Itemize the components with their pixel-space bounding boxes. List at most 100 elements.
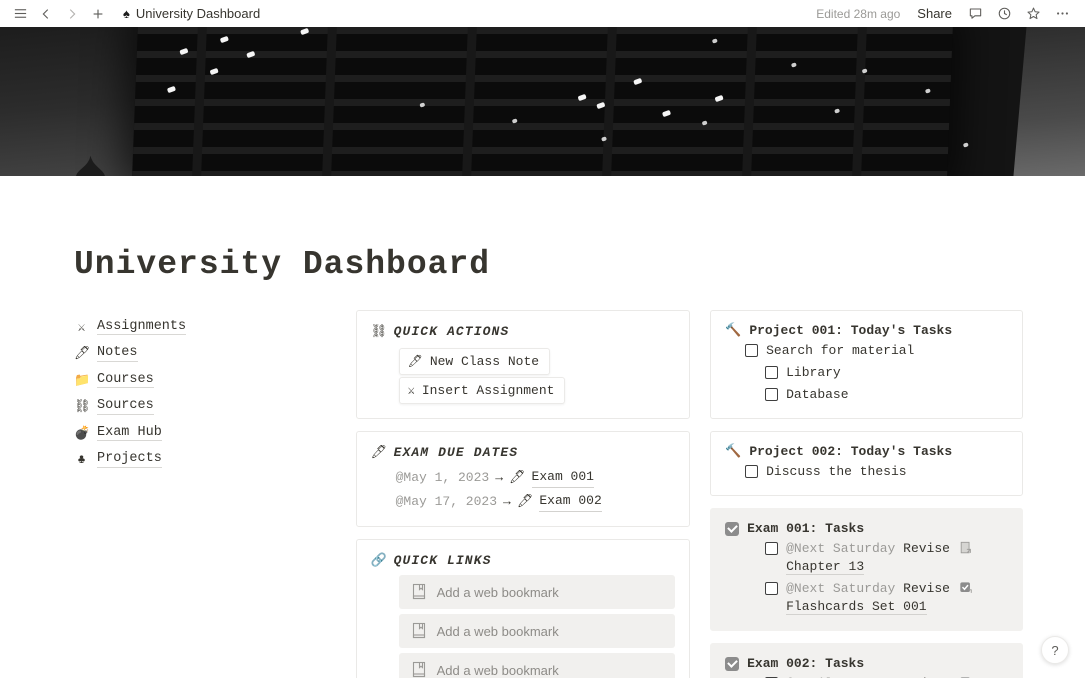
insert-assignment-button[interactable]: ⚔ Insert Assignment bbox=[398, 377, 566, 404]
bookmark-icon bbox=[412, 661, 425, 678]
bomb-icon: 💣 bbox=[74, 425, 91, 441]
sidebar-item-sources[interactable]: ⛓ Sources bbox=[74, 394, 344, 421]
add-web-bookmark-3[interactable]: Add a web bookmark bbox=[398, 653, 676, 678]
exam-due-row: @May 17, 2023 → 🖊 Exam 002 bbox=[396, 491, 676, 512]
exam-002-title: Exam 002: Tasks bbox=[725, 656, 1008, 671]
todo-item[interactable]: Library bbox=[765, 364, 1008, 382]
pen-icon: 🖊 bbox=[407, 355, 423, 369]
sidebar-item-courses[interactable]: 📁 Courses bbox=[74, 367, 344, 394]
breadcrumb[interactable]: ♠ University Dashboard bbox=[118, 4, 265, 23]
clock-icon[interactable] bbox=[991, 3, 1017, 25]
todo-item[interactable]: Search for material bbox=[745, 342, 1008, 360]
todo-body: @Next Saturday Revise Chapter 13 bbox=[786, 540, 1008, 576]
sidebar-item-exam-hub[interactable]: 💣 Exam Hub bbox=[74, 420, 344, 447]
exam-due-dates-header: 🖊 EXAM DUE DATES bbox=[371, 444, 676, 460]
todo-label: Database bbox=[786, 387, 849, 402]
checkbox[interactable] bbox=[765, 542, 779, 555]
project-001-title: 🔨 Project 001: Today's Tasks bbox=[725, 323, 1008, 338]
date-mention[interactable]: @May 17, 2023 bbox=[396, 492, 497, 512]
document-icon bbox=[960, 541, 971, 554]
nav-column: ⚔ Assignments 🖊 Notes 📁 Courses ⛓ Source… bbox=[74, 310, 356, 678]
quick-actions-title: QUICK ACTIONS bbox=[393, 323, 510, 339]
todo-label: Discuss the thesis bbox=[766, 464, 907, 479]
exam-001-title-label: Exam 001: Tasks bbox=[747, 521, 865, 536]
todo-verb: Revise bbox=[903, 581, 950, 596]
hammer-icon: 🔨 bbox=[725, 444, 742, 459]
checkbox[interactable] bbox=[745, 344, 759, 357]
todo-label: Search for material bbox=[766, 343, 915, 358]
checkbox[interactable] bbox=[765, 388, 779, 401]
add-web-bookmark-1[interactable]: Add a web bookmark bbox=[398, 575, 676, 609]
sidebar-item-label: Notes bbox=[97, 345, 138, 362]
star-icon[interactable] bbox=[1020, 3, 1046, 25]
new-class-note-button[interactable]: 🖊 New Class Note bbox=[398, 348, 551, 375]
todo-item[interactable]: @Next Saturday Revise Flashcards Set 001 bbox=[765, 580, 1008, 616]
insert-assignment-label: Insert Assignment bbox=[421, 383, 555, 398]
date-mention[interactable]: @Next Saturday bbox=[786, 541, 895, 556]
project-002-title-label: Project 002: Today's Tasks bbox=[749, 444, 953, 459]
exam-001-card: Exam 001: Tasks @Next Saturday Revise Ch… bbox=[710, 508, 1023, 631]
chevron-left-icon[interactable] bbox=[34, 3, 58, 25]
top-bar: ♠ University Dashboard Edited 28m ago Sh… bbox=[0, 0, 1085, 27]
page-link-chapter-13[interactable]: Chapter 13 bbox=[786, 559, 865, 575]
check-emoji-icon bbox=[725, 656, 740, 671]
page-body: University Dashboard ⚔ Assignments 🖊 Not… bbox=[0, 246, 1085, 678]
page-link-exam-001[interactable]: Exam 001 bbox=[531, 467, 594, 488]
content-columns: ⚔ Assignments 🖊 Notes 📁 Courses ⛓ Source… bbox=[0, 310, 1085, 678]
project-002-card: 🔨 Project 002: Today's Tasks Discuss the… bbox=[710, 431, 1023, 496]
right-column: 🔨 Project 001: Today's Tasks Search for … bbox=[710, 310, 1023, 678]
exam-due-dates-title: EXAM DUE DATES bbox=[393, 444, 519, 460]
page-link-flashcards-set-001[interactable]: Flashcards Set 001 bbox=[786, 599, 927, 615]
checkbox[interactable] bbox=[745, 465, 759, 478]
pen-icon: 🖊 bbox=[516, 493, 534, 509]
plus-icon[interactable] bbox=[86, 3, 110, 25]
club-icon: ♣ bbox=[77, 452, 86, 468]
ellipsis-icon[interactable] bbox=[1049, 3, 1075, 25]
bookmark-icon bbox=[412, 622, 425, 639]
cover-building bbox=[131, 27, 969, 176]
comment-icon[interactable] bbox=[962, 3, 988, 25]
help-button[interactable]: ? bbox=[1041, 636, 1069, 664]
page-icon-spade[interactable]: ♠ bbox=[74, 142, 107, 177]
add-web-bookmark-label: Add a web bookmark bbox=[436, 623, 559, 639]
folder-icon: 📁 bbox=[74, 372, 91, 388]
date-mention[interactable]: @May 1, 2023 bbox=[396, 468, 490, 488]
chevron-right-icon[interactable] bbox=[60, 3, 84, 25]
link-icon: 🔗 bbox=[370, 552, 387, 567]
sidebar-item-notes[interactable]: 🖊 Notes bbox=[74, 341, 344, 368]
checkbox[interactable] bbox=[765, 366, 779, 379]
sidebar-item-label: Exam Hub bbox=[97, 424, 162, 441]
todo-item[interactable]: Database bbox=[765, 386, 1008, 404]
quick-actions-card: ⛓ QUICK ACTIONS 🖊 New Class Note ⚔ Inser… bbox=[355, 310, 691, 419]
page-link-exam-002[interactable]: Exam 002 bbox=[539, 491, 602, 512]
hamburger-icon[interactable] bbox=[8, 3, 32, 25]
page-title: University Dashboard bbox=[74, 246, 491, 283]
cover-building-floors bbox=[132, 27, 969, 176]
quick-actions-header: ⛓ QUICK ACTIONS bbox=[371, 323, 676, 339]
quick-links-header: 🔗 QUICK LINKS bbox=[371, 552, 676, 568]
date-mention[interactable]: @Next Saturday bbox=[786, 581, 895, 596]
add-web-bookmark-label: Add a web bookmark bbox=[436, 584, 559, 600]
todo-item[interactable]: Discuss the thesis bbox=[745, 463, 1008, 481]
middle-column: ⛓ QUICK ACTIONS 🖊 New Class Note ⚔ Inser… bbox=[355, 310, 691, 678]
todo-label: Library bbox=[786, 365, 841, 380]
checkbox[interactable] bbox=[765, 582, 779, 595]
add-web-bookmark-2[interactable]: Add a web bookmark bbox=[398, 614, 676, 648]
check-emoji-icon bbox=[725, 521, 740, 536]
checkbox-icon bbox=[960, 582, 972, 593]
sidebar-item-assignments[interactable]: ⚔ Assignments bbox=[74, 314, 344, 341]
crossed-swords-icon: ⚔ bbox=[77, 319, 86, 335]
todo-verb: Revise bbox=[903, 541, 950, 556]
sidebar-item-label: Sources bbox=[97, 398, 154, 415]
share-button[interactable]: Share bbox=[910, 3, 959, 24]
bookmark-icon bbox=[412, 583, 425, 600]
quick-links-title: QUICK LINKS bbox=[393, 552, 492, 568]
arrow-icon: → bbox=[495, 469, 504, 485]
crossed-swords-icon: ⚔ bbox=[407, 384, 415, 398]
page-cover-image: ♠ bbox=[0, 27, 1085, 176]
pen-icon: 🖊 bbox=[509, 469, 526, 485]
todo-item[interactable]: @Next Saturday Revise Chapter 13 bbox=[765, 540, 1008, 576]
sidebar-item-projects[interactable]: ♣ Projects bbox=[74, 447, 344, 474]
add-web-bookmark-label: Add a web bookmark bbox=[436, 662, 559, 678]
quick-actions-buttons: 🖊 New Class Note ⚔ Insert Assignment bbox=[371, 346, 676, 404]
